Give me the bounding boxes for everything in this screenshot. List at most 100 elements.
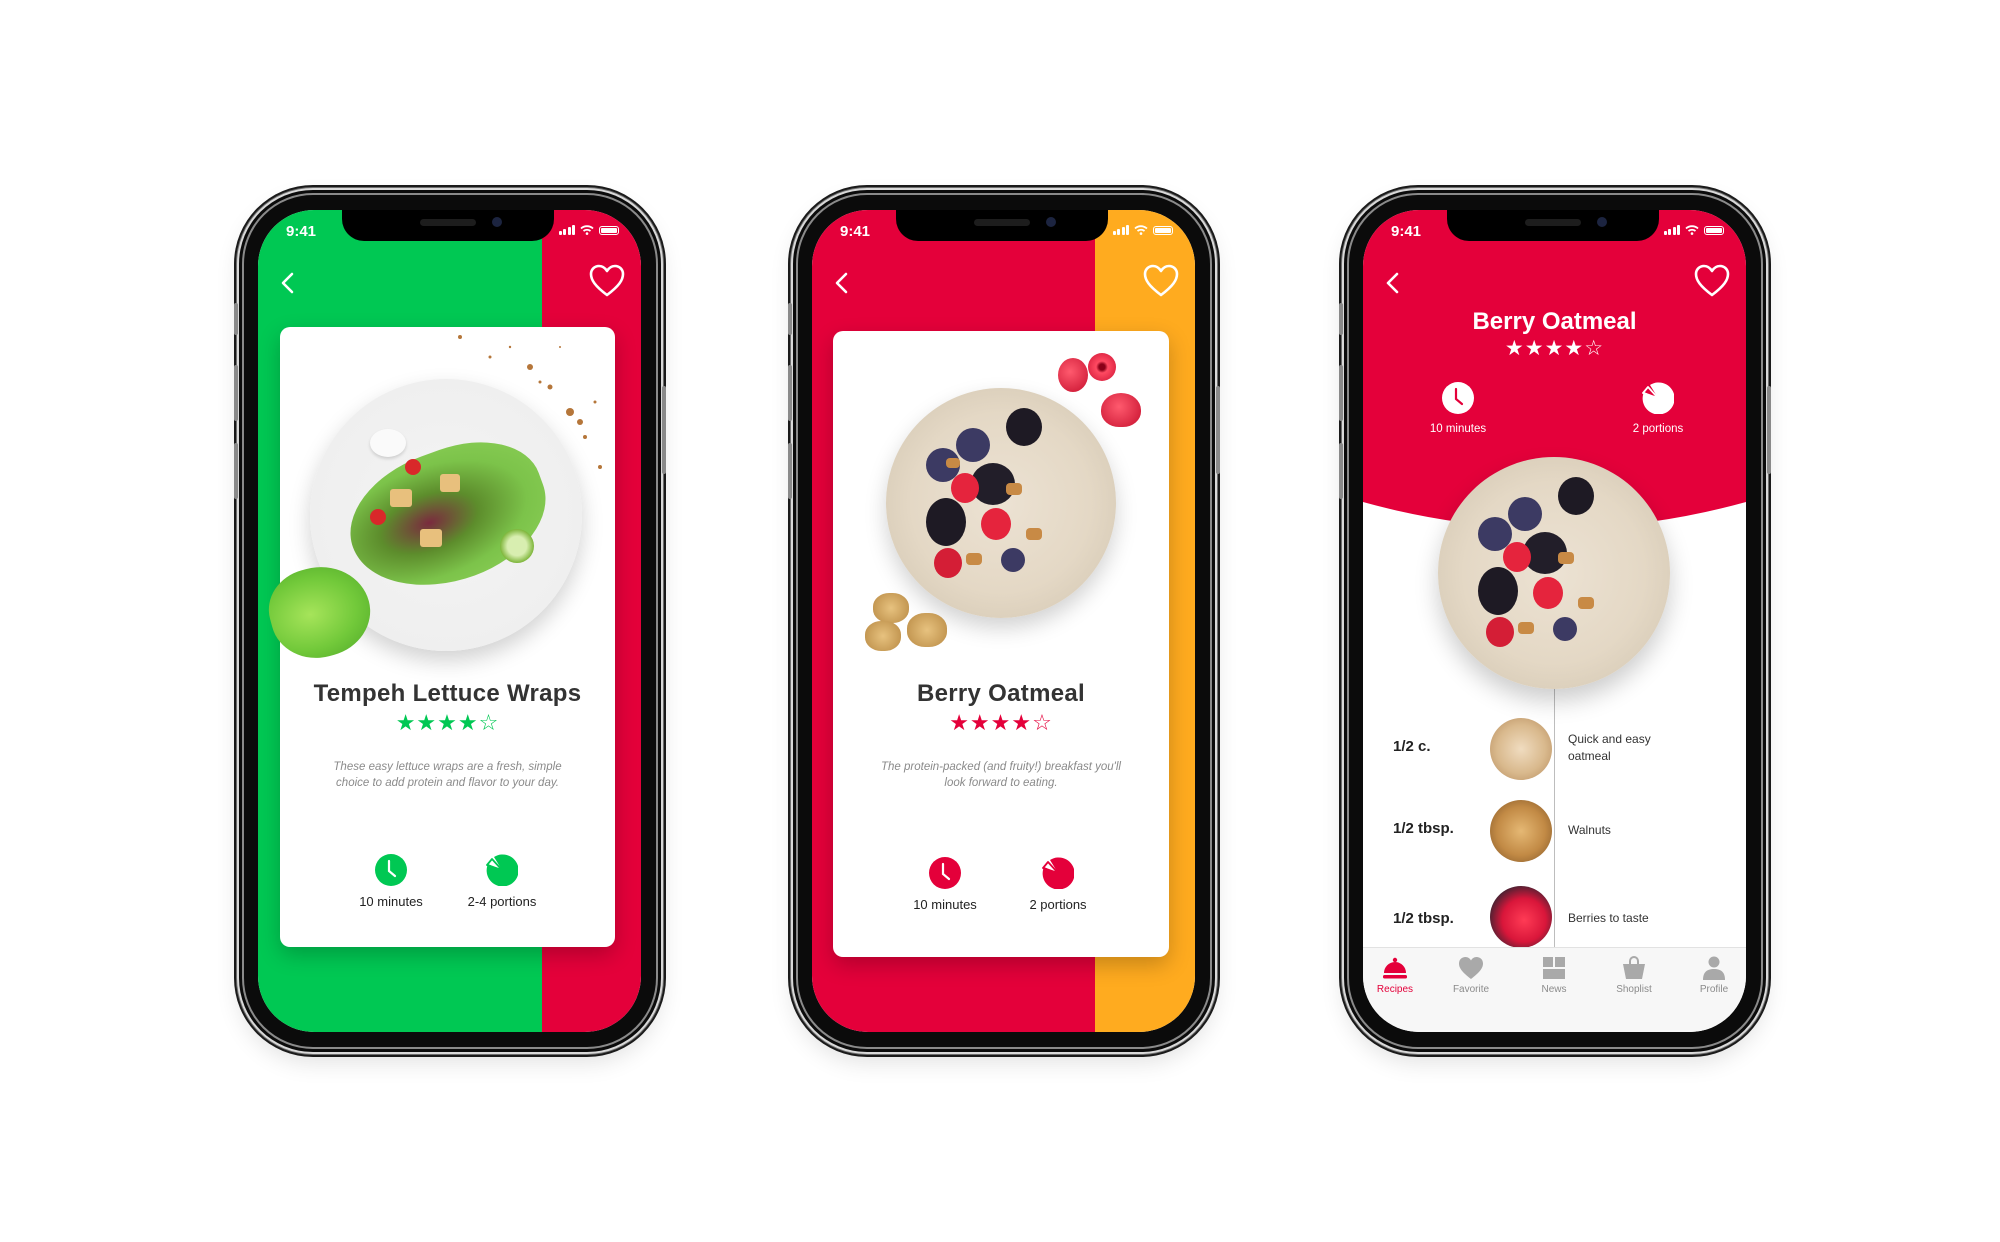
phone-mockup-1: 9:41 Tempeh Lettuce Wraps ★★★★☆ These ea… xyxy=(234,190,666,1052)
tab-news[interactable]: News xyxy=(1524,956,1584,995)
tab-shoplist[interactable]: Shoplist xyxy=(1604,956,1664,995)
prep-time: 10 minutes xyxy=(1403,382,1513,435)
wifi-icon xyxy=(1685,225,1699,235)
recipe-card[interactable]: Berry Oatmeal ★★★★☆ The protein-packed (… xyxy=(833,331,1169,957)
user-icon xyxy=(1703,956,1725,980)
notch xyxy=(1447,210,1659,241)
phone-mockup-2: 9:41 Berry Oatmeal ★★★★☆ The protein-pac… xyxy=(788,190,1220,1052)
ingredient-name: Walnuts xyxy=(1568,823,1611,837)
heart-outline-icon[interactable] xyxy=(1143,264,1179,298)
battery-icon xyxy=(1704,226,1724,235)
tab-label: Recipes xyxy=(1376,984,1414,995)
phone-side-button xyxy=(662,386,666,474)
raspberries xyxy=(1088,353,1116,381)
rolled-oats-image xyxy=(1490,718,1552,780)
phone-side-button xyxy=(788,365,792,421)
heart-outline-icon[interactable] xyxy=(589,264,625,298)
ingredient-quantity: 1/2 tbsp. xyxy=(1393,820,1454,837)
ingredient-quantity: 1/2 tbsp. xyxy=(1393,910,1454,927)
star-rating: ★★★★☆ xyxy=(1504,337,1605,360)
portions: 2 portions xyxy=(1603,382,1713,435)
signal-icon xyxy=(558,225,575,235)
portions-label: 2 portions xyxy=(1029,897,1087,912)
clock-icon xyxy=(929,857,961,889)
star-rating: ★★★★☆ xyxy=(949,710,1053,735)
phone-side-button xyxy=(1339,365,1343,421)
tab-recipes[interactable]: Recipes xyxy=(1365,956,1425,995)
prep-time: 10 minutes xyxy=(890,857,1000,912)
prep-time: 10 minutes xyxy=(336,854,446,909)
pie-portion-icon xyxy=(486,854,518,886)
ingredient-quantity: 1/2 c. xyxy=(1393,738,1431,755)
screen-tempeh-card: 9:41 Tempeh Lettuce Wraps ★★★★☆ These ea… xyxy=(258,210,641,1032)
tab-profile[interactable]: Profile xyxy=(1684,956,1744,995)
signal-icon xyxy=(1663,225,1680,235)
shopping-bag-icon xyxy=(1623,956,1645,979)
walnuts xyxy=(865,621,901,651)
tab-label: Shoplist xyxy=(1616,984,1652,995)
battery-icon xyxy=(599,226,619,235)
recipe-card[interactable]: Tempeh Lettuce Wraps ★★★★☆ These easy le… xyxy=(260,327,615,947)
tab-label: Favorite xyxy=(1452,984,1490,995)
pie-portion-icon xyxy=(1042,857,1074,889)
ingredient-row: 1/2 tbsp. Berries to taste xyxy=(1363,886,1746,948)
phone-side-button xyxy=(1767,386,1771,474)
status-time: 9:41 xyxy=(286,223,317,240)
tab-favorite[interactable]: Favorite xyxy=(1441,956,1501,995)
recipe-title: Berry Oatmeal xyxy=(917,680,1085,707)
screen-oatmeal-recipe: 9:41 Berry Oatmeal ★★★★☆ 10 minutes 2 po… xyxy=(1363,210,1746,1032)
status-icons xyxy=(1112,225,1173,235)
status-icons xyxy=(558,225,619,235)
ingredient-name: Quick and easy oatmeal xyxy=(1568,732,1651,763)
tab-label: Profile xyxy=(1699,984,1729,995)
phone-side-button xyxy=(234,303,238,335)
tab-label: News xyxy=(1541,984,1567,995)
clock-icon xyxy=(1442,382,1474,414)
recipe-description: The protein-packed (and fruity!) breakfa… xyxy=(881,761,1121,789)
mixed-berries-image xyxy=(1490,886,1552,948)
screen-oatmeal-card: 9:41 Berry Oatmeal ★★★★☆ The protein-pac… xyxy=(812,210,1195,1032)
berry-oatmeal-bowl xyxy=(1438,457,1670,689)
notch xyxy=(342,210,554,241)
phone-side-button xyxy=(234,443,238,499)
ingredient-row: 1/2 c. Quick and easy oatmeal xyxy=(1363,718,1746,780)
clock-icon xyxy=(375,854,407,886)
phone-mockup-3: 9:41 Berry Oatmeal ★★★★☆ 10 minutes 2 po… xyxy=(1339,190,1771,1052)
prep-time-label: 10 minutes xyxy=(913,897,977,912)
ingredient-row: 1/2 tbsp. Walnuts xyxy=(1363,800,1746,862)
portions: 2-4 portions xyxy=(447,854,557,909)
walnuts xyxy=(907,613,947,647)
recipe-description: These easy lettuce wraps are a fresh, si… xyxy=(333,761,562,789)
recipe-title: Berry Oatmeal xyxy=(1472,308,1637,335)
status-time: 9:41 xyxy=(1391,223,1422,240)
recipe-title: Tempeh Lettuce Wraps xyxy=(313,680,582,707)
signal-icon xyxy=(1112,225,1129,235)
berry-oatmeal-bowl xyxy=(886,388,1116,618)
walnuts xyxy=(873,593,909,623)
chevron-left-icon[interactable] xyxy=(276,268,300,298)
prep-time-label: 10 minutes xyxy=(1429,423,1487,435)
wifi-icon xyxy=(580,225,594,235)
star-rating: ★★★★☆ xyxy=(395,710,500,735)
raspberries xyxy=(1101,393,1141,427)
portions-label: 2-4 portions xyxy=(467,894,537,909)
phone-side-button xyxy=(788,303,792,335)
heart-icon xyxy=(1459,957,1483,979)
wifi-icon xyxy=(1134,225,1148,235)
heart-outline-icon[interactable] xyxy=(1694,264,1730,298)
ingredient-name: Berries to taste xyxy=(1568,911,1649,925)
chevron-left-icon[interactable] xyxy=(1381,268,1405,298)
portions-label: 2 portions xyxy=(1632,423,1684,435)
status-icons xyxy=(1663,225,1724,235)
portions: 2 portions xyxy=(1003,857,1113,912)
prep-time-label: 10 minutes xyxy=(359,894,423,909)
walnuts-image xyxy=(1490,800,1552,862)
phone-side-button xyxy=(1339,303,1343,335)
chevron-left-icon[interactable] xyxy=(830,268,854,298)
pie-portion-icon xyxy=(1642,382,1674,414)
raspberries xyxy=(1058,358,1088,392)
notch xyxy=(896,210,1108,241)
phone-side-button xyxy=(1339,443,1343,499)
phone-side-button xyxy=(234,365,238,421)
bottom-tab-bar: Recipes Favorite News Shoplist Profile xyxy=(1363,947,1746,1032)
